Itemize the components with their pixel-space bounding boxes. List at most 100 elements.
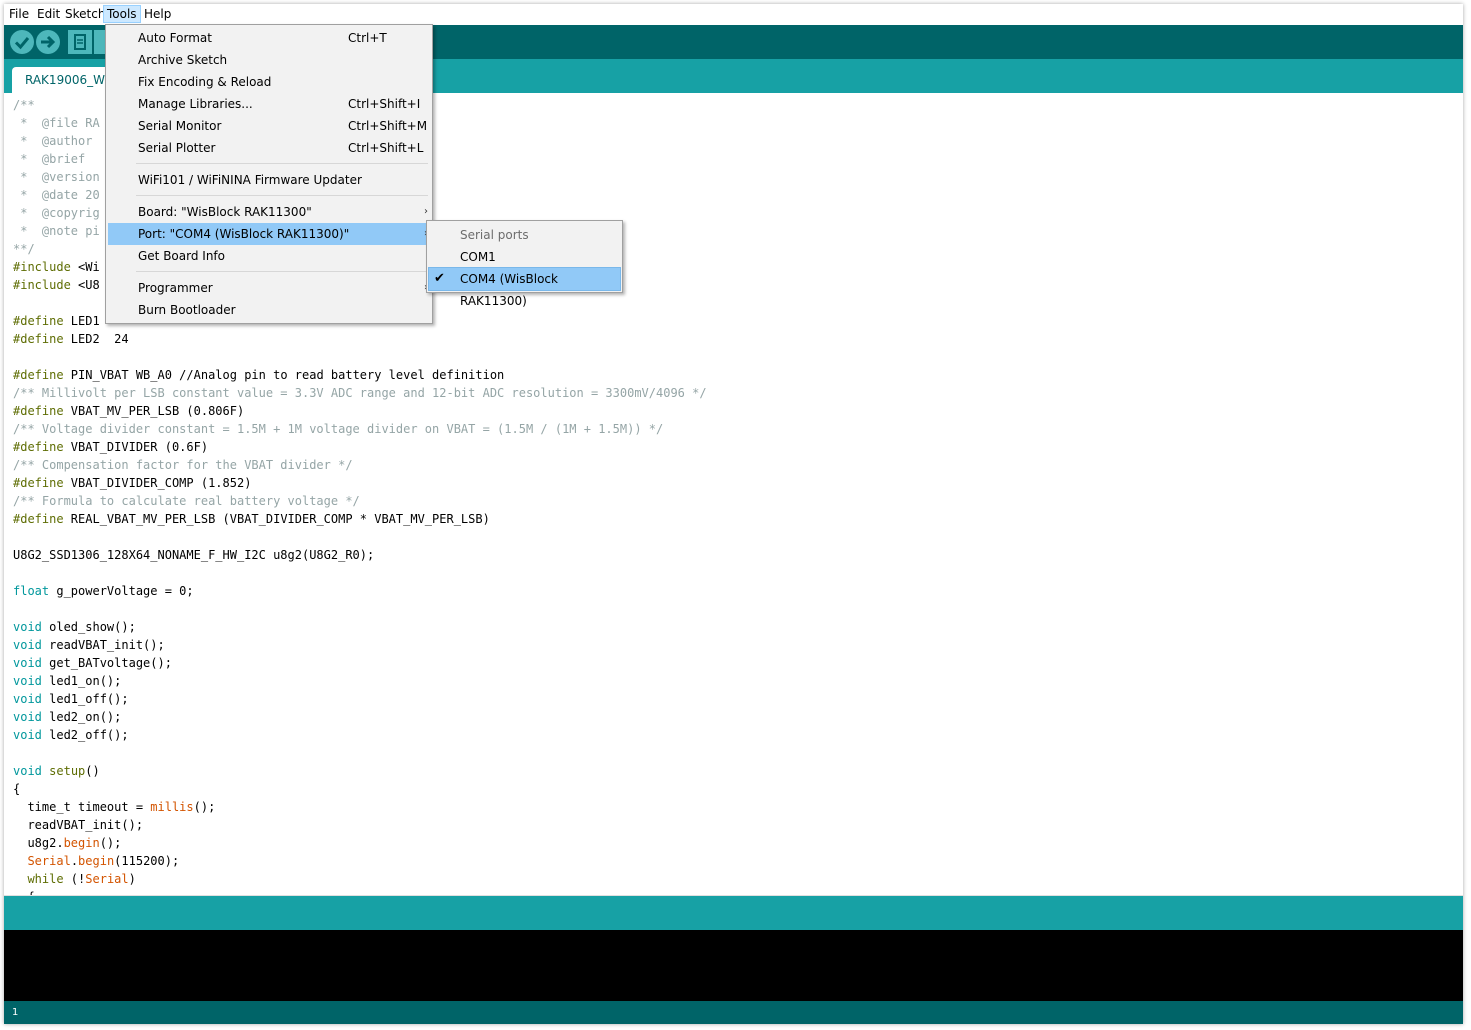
code-line[interactable]: void readVBAT_init(); [13, 636, 707, 654]
code-token: #define [13, 512, 64, 526]
code-token: oled_show(); [41, 620, 136, 634]
code-token: * @version [13, 170, 100, 184]
menu-item-fix-encoding[interactable]: Fix Encoding & Reload [108, 71, 430, 93]
code-token: (115200); [114, 854, 180, 868]
code-token: #define [13, 440, 64, 454]
code-token: time_t timeout = [13, 800, 151, 814]
code-line[interactable]: void led1_off(); [13, 690, 707, 708]
code-line[interactable]: void setup() [13, 762, 707, 780]
code-token: while [27, 872, 64, 886]
code-line[interactable]: #define VBAT_MV_PER_LSB (0.806F) [13, 402, 707, 420]
code-line[interactable] [13, 600, 707, 618]
menu-item-serial-plotter[interactable]: Serial Plotter Ctrl+Shift+L [108, 137, 430, 159]
code-token: g_powerVoltage = 0; [49, 584, 194, 598]
menu-item-programmer[interactable]: Programmer› [108, 277, 430, 299]
code-token: PIN_VBAT WB_A0 //Analog pin to read batt… [63, 368, 505, 382]
code-line[interactable]: /** Compensation factor for the VBAT div… [13, 456, 707, 474]
code-line[interactable]: void led1_on(); [13, 672, 707, 690]
code-line[interactable]: #define REAL_VBAT_MV_PER_LSB (VBAT_DIVID… [13, 510, 707, 528]
upload-button[interactable] [36, 30, 60, 54]
code-line[interactable]: #define PIN_VBAT WB_A0 //Analog pin to r… [13, 366, 707, 384]
code-token: void [13, 674, 42, 688]
tools-menu: Auto Format Ctrl+T Archive Sketch Fix Enc… [105, 24, 433, 324]
code-token: Serial [85, 872, 129, 886]
new-sketch-button[interactable] [68, 30, 92, 54]
code-line[interactable]: u8g2.begin(); [13, 834, 707, 852]
menu-tools[interactable]: Tools [103, 5, 141, 23]
code-token: void [13, 710, 42, 724]
menu-item-serial-monitor[interactable]: Serial Monitor Ctrl+Shift+M [108, 115, 430, 137]
port-item-com1[interactable]: COM1 [429, 246, 620, 268]
code-line[interactable]: #define VBAT_DIVIDER (0.6F) [13, 438, 707, 456]
code-token: <Wi [70, 260, 100, 274]
menu-sketch[interactable]: Sketch [62, 6, 108, 22]
code-token: (); [193, 800, 216, 814]
code-line[interactable]: { [13, 780, 707, 798]
code-token: void [13, 638, 42, 652]
code-line[interactable] [13, 348, 707, 366]
line-number: 1 [12, 1007, 19, 1018]
code-line[interactable]: while (!Serial) [13, 870, 707, 888]
code-line[interactable] [13, 528, 707, 546]
code-token: REAL_VBAT_MV_PER_LSB (VBAT_DIVIDER_COMP … [63, 512, 490, 526]
code-token: readVBAT_init(); [41, 638, 165, 652]
code-line[interactable]: float g_powerVoltage = 0; [13, 582, 707, 600]
code-line[interactable]: { [13, 888, 707, 895]
code-token: #define [13, 404, 64, 418]
checkmark-icon: ✔ [434, 271, 445, 286]
port-item-com4[interactable]: ✔ COM4 (WisBlock RAK11300) [428, 267, 621, 308]
code-token: /** Compensation factor for the VBAT div… [13, 458, 353, 472]
code-token: #include [13, 260, 71, 274]
console-output[interactable] [4, 930, 1463, 1001]
code-token: millis [150, 800, 194, 814]
code-token: begin [78, 854, 115, 868]
code-token: readVBAT_init(); [13, 818, 144, 832]
code-line[interactable]: /** Formula to calculate real battery vo… [13, 492, 707, 510]
code-line[interactable]: void led2_on(); [13, 708, 707, 726]
code-line[interactable] [13, 744, 707, 762]
code-line[interactable]: /** Millivolt per LSB constant value = 3… [13, 384, 707, 402]
menu-separator [136, 195, 428, 196]
new-file-icon [74, 34, 86, 50]
menu-item-firmware-updater[interactable]: WiFi101 / WiFiNINA Firmware Updater [108, 169, 430, 191]
menu-help[interactable]: Help [141, 6, 174, 22]
code-token: begin [63, 836, 100, 850]
code-line[interactable]: Serial.begin(115200); [13, 852, 707, 870]
menu-item-burn-bootloader[interactable]: Burn Bootloader [108, 299, 430, 321]
code-line[interactable]: #define VBAT_DIVIDER_COMP (1.852) [13, 474, 707, 492]
code-token: { [13, 782, 21, 796]
code-line[interactable]: time_t timeout = millis(); [13, 798, 707, 816]
code-line[interactable]: #define LED2 24 [13, 330, 707, 348]
code-token: led2_off(); [41, 728, 129, 742]
code-token: /** Voltage divider constant = 1.5M + 1M… [13, 422, 664, 436]
code-line[interactable]: void get_BATvoltage(); [13, 654, 707, 672]
menu-item-manage-libraries[interactable]: Manage Libraries... Ctrl+Shift+I [108, 93, 430, 115]
code-token: float [13, 584, 50, 598]
code-line[interactable]: U8G2_SSD1306_128X64_NONAME_F_HW_I2C u8g2… [13, 546, 707, 564]
code-token: u8g2. [13, 836, 64, 850]
menu-item-get-board-info[interactable]: Get Board Info [108, 245, 430, 267]
code-token: * @copyrig [13, 206, 100, 220]
verify-button[interactable] [10, 30, 34, 54]
code-line[interactable]: readVBAT_init(); [13, 816, 707, 834]
message-bar [4, 895, 1463, 931]
menu-item-port[interactable]: Port: "COM4 (WisBlock RAK11300)"› [108, 223, 430, 245]
menu-bar: File Edit Sketch Tools Help [4, 4, 1463, 24]
code-token: LED1 [63, 314, 100, 328]
code-line[interactable]: void led2_off(); [13, 726, 707, 744]
menu-edit[interactable]: Edit [34, 6, 63, 22]
code-token: get_BATvoltage(); [41, 656, 172, 670]
checkmark-icon [14, 37, 30, 50]
code-token: * @date 20 [13, 188, 100, 202]
code-token: * @author [13, 134, 93, 148]
code-token: * @note pi [13, 224, 100, 238]
code-line[interactable] [13, 564, 707, 582]
menu-item-auto-format[interactable]: Auto Format Ctrl+T [108, 27, 430, 49]
menu-item-board[interactable]: Board: "WisBlock RAK11300" › [108, 201, 430, 223]
menu-item-archive-sketch[interactable]: Archive Sketch [108, 49, 430, 71]
code-line[interactable]: void oled_show(); [13, 618, 707, 636]
code-line[interactable]: /** Voltage divider constant = 1.5M + 1M… [13, 420, 707, 438]
menu-file[interactable]: File [6, 6, 32, 22]
